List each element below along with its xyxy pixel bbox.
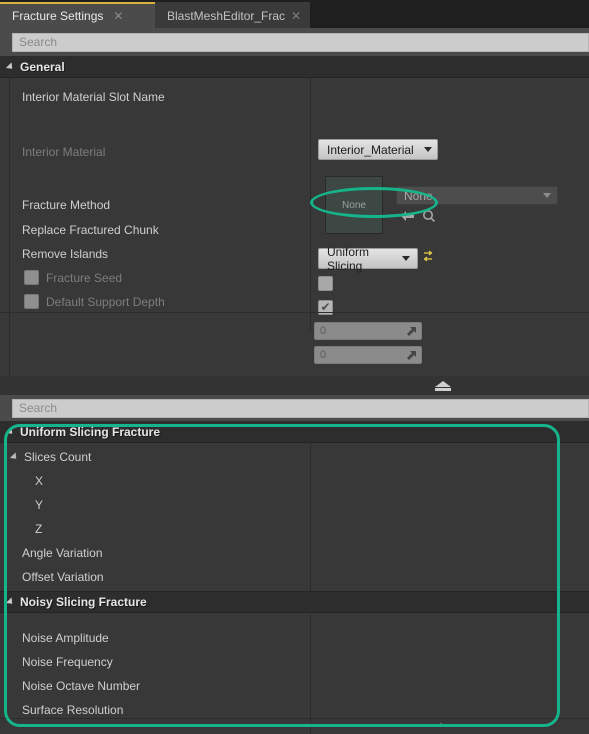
group-header-slices-count[interactable]: Slices Count: [0, 444, 589, 469]
row-label: Replace Fractured Chunk: [22, 222, 159, 237]
category-title: Uniform Slicing Fracture: [20, 424, 161, 439]
row-angle-variation: Angle Variation: [0, 540, 589, 565]
group-label: Slices Count: [24, 449, 92, 464]
field-value: 0: [320, 349, 327, 361]
fracture-seed-checkbox[interactable]: [24, 270, 39, 285]
row-replace-fractured-chunk: Replace Fractured Chunk: [0, 217, 589, 242]
row-label: Default Support Depth: [46, 294, 165, 309]
tab-bar: Fracture Settings ✕ BlastMeshEditor_Frac…: [0, 0, 589, 28]
category-title: General: [20, 59, 65, 74]
row-noise-amplitude: Noise Amplitude: [0, 625, 589, 650]
tab-label: BlastMeshEditor_Frac: [167, 9, 286, 23]
row-label: Surface Resolution: [22, 702, 124, 717]
category-title: Noisy Slicing Fracture: [20, 595, 147, 609]
row-remove-islands: Remove Islands: [0, 241, 589, 266]
fracture-seed-field[interactable]: 0: [314, 322, 422, 340]
row-label: Fracture Seed: [46, 270, 123, 285]
category-header-noisy-slicing-fracture[interactable]: Noisy Slicing Fracture: [0, 591, 589, 613]
spinner-drag-icon[interactable]: [406, 350, 417, 361]
category-header-uniform-slicing-fracture[interactable]: Uniform Slicing Fracture: [0, 421, 589, 443]
tab-fracture-settings[interactable]: Fracture Settings ✕: [0, 2, 155, 28]
top-search-bar: Search: [0, 28, 589, 56]
row-label: Noise Amplitude: [22, 630, 109, 645]
close-icon[interactable]: ✕: [291, 10, 301, 22]
search-placeholder: Search: [19, 401, 58, 415]
panel-splitter[interactable]: [0, 376, 589, 395]
eject-expand-icon[interactable]: [435, 381, 451, 387]
row-noise-frequency: Noise Frequency: [0, 649, 589, 674]
scroll-up-triangle-icon[interactable]: [436, 723, 446, 727]
fracture-settings-window: Fracture Settings ✕ BlastMeshEditor_Frac…: [0, 0, 589, 734]
row-slices-count-y: Y: [0, 492, 589, 517]
row-default-support-depth: Default Support Depth: [0, 289, 589, 314]
search-input[interactable]: Search: [12, 398, 589, 418]
chevron-down-icon: [9, 451, 20, 462]
eject-expand-bar: [435, 388, 451, 391]
bottom-search-bar: Search: [0, 395, 589, 421]
row-label: Noise Frequency: [22, 654, 113, 669]
chevron-down-icon: [5, 61, 16, 72]
tab-blastmesheditor-frac[interactable]: BlastMeshEditor_Frac ✕: [155, 2, 310, 28]
search-placeholder: Search: [19, 35, 58, 49]
general-panel: General Interior Material Slot Name Inte…: [0, 56, 589, 428]
row-fracture-method: Fracture Method: [0, 192, 589, 217]
spinner-drag-icon[interactable]: [406, 326, 417, 337]
row-label: Offset Variation: [22, 569, 104, 584]
row-label: Interior Material: [22, 144, 106, 159]
row-label: Angle Variation: [22, 545, 103, 560]
row-noise-octave-number: Noise Octave Number: [0, 673, 589, 698]
close-icon[interactable]: ✕: [113, 10, 123, 22]
row-label: Z: [35, 521, 43, 536]
default-support-depth-field[interactable]: 0: [314, 346, 422, 364]
row-interior-material-slot-name: Interior Material Slot Name: [0, 84, 589, 109]
category-header-general[interactable]: General: [0, 56, 589, 78]
default-support-depth-checkbox[interactable]: [24, 294, 39, 309]
search-input[interactable]: Search: [12, 32, 589, 52]
row-slices-count-x: X: [0, 468, 589, 493]
row-label: Noise Octave Number: [22, 678, 141, 693]
row-label: Y: [35, 497, 44, 512]
chevron-down-icon: [5, 426, 16, 437]
row-label: Remove Islands: [22, 246, 109, 261]
row-offset-variation: Offset Variation: [0, 564, 589, 589]
row-slices-count-z: Z: [0, 516, 589, 541]
tab-label: Fracture Settings: [12, 9, 104, 23]
section-separator: [0, 312, 589, 313]
row-label: Interior Material Slot Name: [22, 89, 165, 104]
row-label: Fracture Method: [22, 197, 111, 212]
chevron-down-icon: [5, 597, 16, 607]
section-separator: [0, 718, 589, 719]
row-label: X: [35, 473, 44, 488]
row-fracture-seed: Fracture Seed: [0, 265, 589, 290]
slicing-fracture-panel: Uniform Slicing Fracture Slices Count X …: [0, 421, 589, 734]
field-value: 0: [320, 325, 327, 337]
row-interior-material: Interior Material: [0, 139, 589, 164]
